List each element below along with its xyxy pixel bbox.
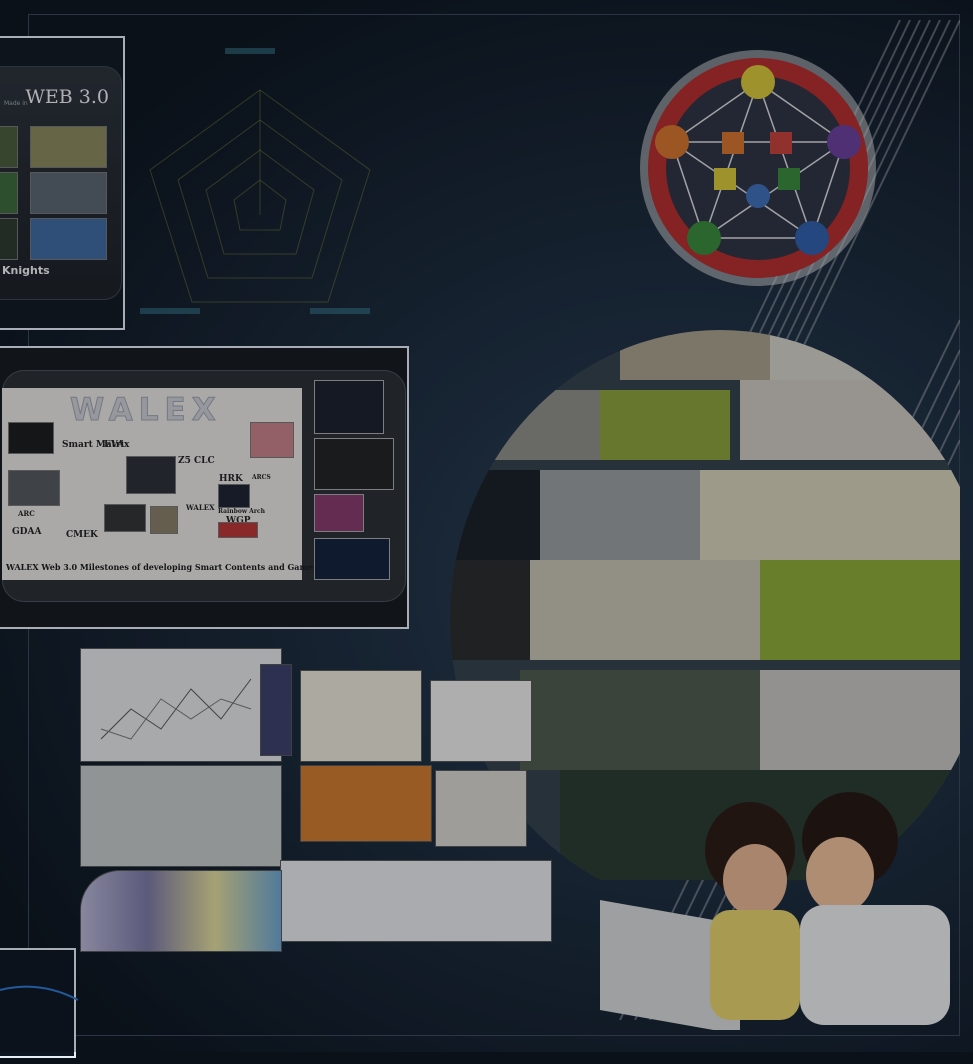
thumb (0, 218, 18, 260)
side-thumb (314, 538, 390, 580)
walex-thumb (250, 422, 294, 458)
web30-card[interactable]: Made in WEB 3.0 Knights (0, 36, 125, 330)
cmek-label: CMEK (66, 530, 98, 540)
radar-decoration (140, 48, 371, 314)
gdaa-label: GDAA (12, 527, 42, 537)
line-graph (100, 678, 252, 740)
rainbow-arch-label: Rainbow Arch (218, 508, 265, 515)
made-in-label: Made in (4, 100, 28, 107)
logo-emblem-icon (640, 50, 876, 286)
walex-thumb (104, 504, 146, 532)
web30-title: WEB 3.0 (25, 86, 109, 108)
walex-thumb (8, 470, 60, 506)
board-small (435, 770, 527, 847)
walex-thumb (126, 456, 176, 494)
z5-clc-label: Z5 CLC (178, 456, 215, 466)
map-board (300, 765, 432, 842)
eva-label: EVA (104, 440, 125, 450)
arc-label: ARC (18, 509, 35, 518)
light-arc (0, 985, 79, 1001)
walex-small-label: WALEX (186, 503, 215, 512)
walex-thumb (218, 484, 250, 508)
hrk-label: HRK (219, 474, 243, 484)
bottom-card[interactable] (0, 948, 79, 1058)
side-thumb (314, 494, 364, 532)
thumb (0, 172, 18, 214)
walex-logo-text: WALEX (70, 392, 222, 429)
thumb (30, 218, 107, 260)
arcs-label: ARCS (252, 474, 271, 481)
walex-thumb (150, 506, 178, 534)
walex-thumb (8, 422, 54, 454)
content-stage (80, 640, 560, 960)
side-thumb (314, 380, 384, 434)
people-board (280, 860, 552, 942)
rainbow-road (80, 870, 282, 952)
thumb (30, 172, 107, 214)
thumb (30, 126, 107, 168)
thumb (0, 126, 18, 168)
knights-caption: Knights (2, 264, 50, 277)
game-board (430, 680, 532, 762)
kids-photo (600, 792, 950, 1030)
avatar-board (80, 765, 282, 867)
character-board (300, 670, 422, 762)
side-thumb (314, 438, 394, 490)
sidebar-board (260, 664, 292, 756)
walex-thumb (218, 522, 258, 538)
chart-board (80, 648, 282, 762)
